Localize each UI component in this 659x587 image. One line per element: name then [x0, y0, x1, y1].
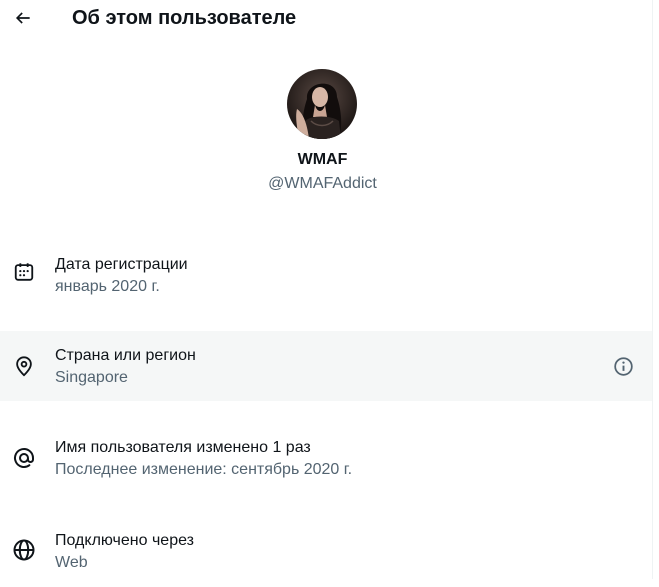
- back-button[interactable]: [8, 3, 38, 33]
- column-divider: [652, 0, 653, 579]
- avatar-photo: [287, 69, 357, 139]
- detail-row-connected-via: Подключено через Web: [0, 517, 652, 587]
- arrow-left-icon: [15, 12, 30, 24]
- country-label: Страна или регион: [55, 347, 196, 364]
- header: Об этом пользователе: [0, 0, 652, 38]
- display-name: WMAF: [297, 151, 348, 168]
- detail-row-username-changes: Имя пользователя изменено 1 раз Последне…: [0, 424, 652, 494]
- registration-label: Дата регистрации: [55, 256, 188, 273]
- country-value: Singapore: [55, 369, 128, 386]
- username-changes-value: Последнее изменение: сентябрь 2020 г.: [55, 461, 353, 478]
- globe-icon: [12, 538, 36, 562]
- info-icon: [613, 356, 633, 376]
- username-changes-label: Имя пользователя изменено 1 раз: [55, 439, 311, 456]
- page-title: Об этом пользователе: [72, 7, 297, 29]
- registration-value: январь 2020 г.: [55, 278, 160, 295]
- at-sign-icon: [12, 446, 36, 470]
- avatar[interactable]: [287, 69, 357, 139]
- connected-via-label: Подключено через: [55, 532, 194, 549]
- calendar-icon: [12, 260, 36, 284]
- username-handle: @WMAFAddict: [268, 175, 377, 192]
- detail-row-country[interactable]: Страна или регион Singapore: [0, 331, 652, 401]
- location-pin-icon: [12, 354, 36, 378]
- connected-via-value: Web: [55, 554, 88, 571]
- info-button[interactable]: [610, 353, 636, 379]
- detail-row-registration: Дата регистрации январь 2020 г.: [0, 240, 652, 310]
